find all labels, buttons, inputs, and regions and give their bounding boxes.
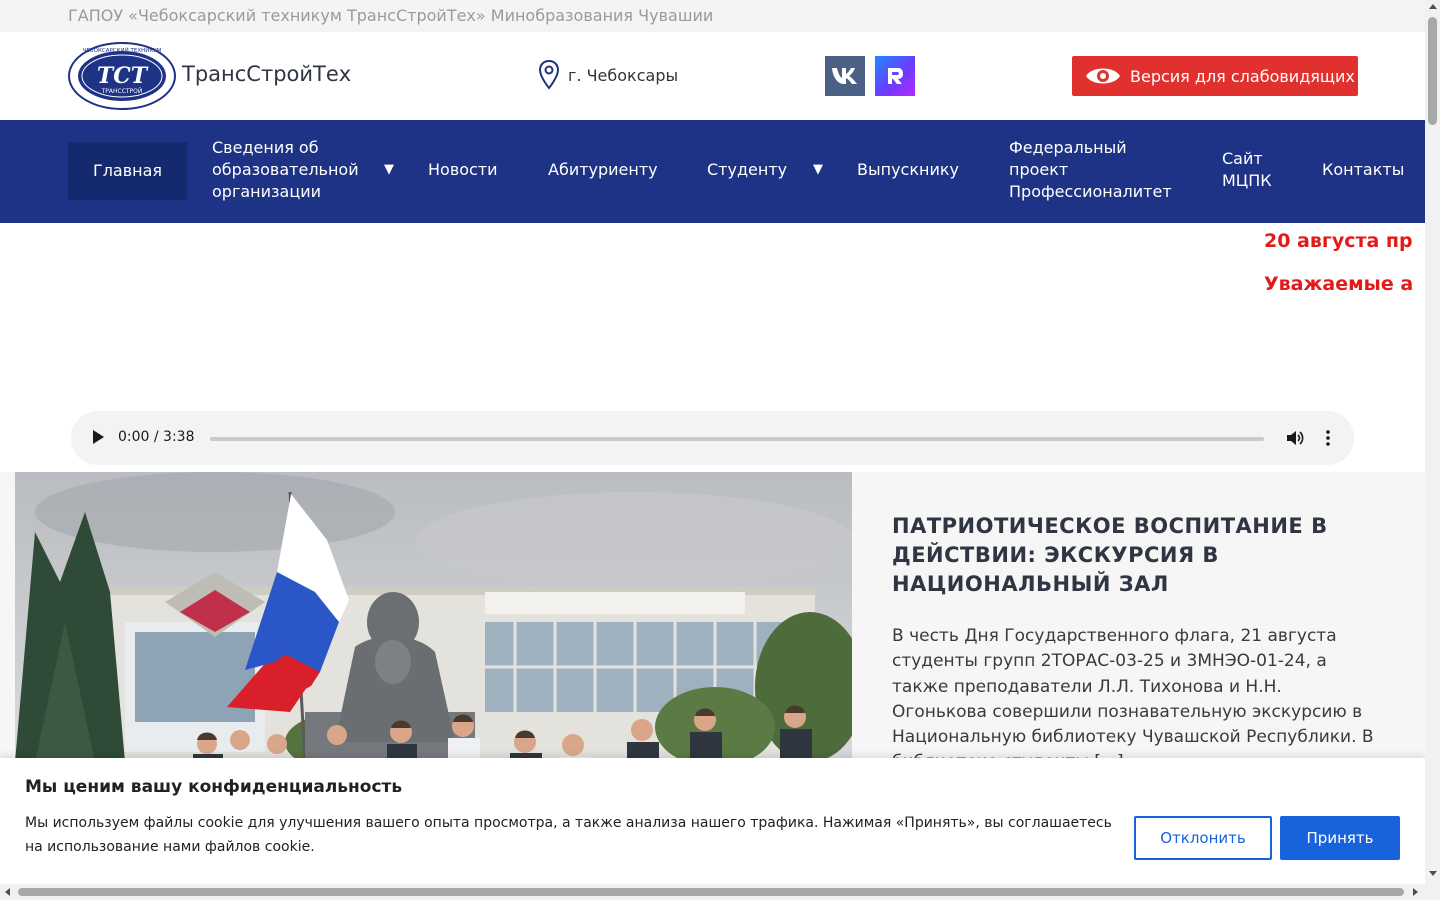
cookie-title: Мы ценим вашу конфиденциальность bbox=[25, 777, 403, 797]
nav-item-label: Главная bbox=[92, 161, 163, 180]
scroll-right-icon[interactable] bbox=[1413, 888, 1418, 896]
nav-item-news[interactable]: Новости bbox=[428, 159, 498, 181]
nav-item-label: Выпускнику bbox=[857, 160, 959, 179]
site-logo[interactable]: ТСТ ТРАНССТРОЙ ЧЕБОКСАРСКИЙ ТЕХНИКУМ bbox=[68, 42, 176, 110]
audio-time: 0:00 / 3:38 bbox=[118, 429, 195, 445]
low-vision-label: Версия для слабовидящих bbox=[1130, 66, 1355, 86]
news-ticker-line[interactable]: 20 августа пр bbox=[1264, 230, 1425, 252]
low-vision-button[interactable]: Версия для слабовидящих bbox=[1072, 56, 1358, 96]
scroll-left-icon[interactable] bbox=[5, 888, 10, 896]
nav-item-label: Сайт МЦПК bbox=[1222, 149, 1272, 190]
nav-item-professionalitet[interactable]: Федеральный проект Профессионалитет bbox=[1009, 137, 1184, 203]
accept-button[interactable]: Принять bbox=[1280, 816, 1400, 860]
nav-item-label: Федеральный проект Профессионалитет bbox=[1009, 138, 1172, 201]
cookie-banner: Мы ценим вашу конфиденциальность Мы испо… bbox=[0, 758, 1425, 884]
nav-item-label: Новости bbox=[428, 160, 498, 179]
featured-news-photo[interactable] bbox=[15, 472, 852, 762]
logo-emblem: ТСТ ТРАНССТРОЙ ЧЕБОКСАРСКИЙ ТЕХНИКУМ bbox=[68, 42, 176, 110]
site-header: ТСТ ТРАНССТРОЙ ЧЕБОКСАРСКИЙ ТЕХНИКУМ Тра… bbox=[0, 32, 1425, 120]
audio-player: 0:00 / 3:38 bbox=[71, 411, 1354, 465]
news-ticker-line[interactable]: Уважаемые а bbox=[1264, 273, 1425, 295]
news-photo-image bbox=[15, 472, 852, 762]
logo-ring-text: ЧЕБОКСАРСКИЙ ТЕХНИКУМ bbox=[83, 47, 162, 54]
chevron-down-icon[interactable]: ▼ bbox=[813, 162, 823, 177]
nav-item-label: Студенту bbox=[707, 160, 788, 179]
vk-link[interactable] bbox=[825, 56, 865, 96]
nav-item-label: Абитуриенту bbox=[548, 160, 658, 179]
scrollbar-thumb[interactable] bbox=[1428, 17, 1437, 125]
location-text: г. Чебоксары bbox=[568, 65, 679, 85]
scroll-down-icon[interactable] bbox=[1429, 871, 1437, 876]
nav-item-label: Сведения об образовательной организации bbox=[212, 138, 359, 201]
nav-item-mcpk[interactable]: Сайт МЦПК bbox=[1222, 148, 1278, 192]
location-pin-icon bbox=[538, 60, 560, 90]
location: г. Чебоксары bbox=[538, 60, 678, 90]
horizontal-scrollbar[interactable] bbox=[0, 884, 1425, 900]
logo-subtext: ТРАНССТРОЙ bbox=[101, 88, 143, 95]
nav-item-students[interactable]: Студенту bbox=[707, 159, 787, 181]
cookie-text: Мы используем файлы cookie для улучшения… bbox=[25, 815, 1112, 855]
eye-icon bbox=[1086, 68, 1120, 84]
audio-progress-track[interactable] bbox=[210, 437, 1264, 441]
play-icon[interactable] bbox=[93, 430, 104, 444]
nav-item-home[interactable]: Главная bbox=[68, 142, 187, 200]
nav-item-label: Контакты bbox=[1322, 160, 1405, 179]
news-title[interactable]: ПАТРИОТИЧЕСКОЕ ВОСПИТАНИЕ В ДЕЙСТВИИ: ЭК… bbox=[892, 512, 1392, 599]
scrollbar-thumb[interactable] bbox=[18, 888, 1404, 896]
volume-icon[interactable] bbox=[1286, 429, 1304, 447]
main-nav: Главная Сведения об образовательной орга… bbox=[0, 120, 1425, 223]
rutube-link[interactable] bbox=[875, 56, 915, 96]
vk-icon bbox=[832, 68, 857, 84]
page: ГАПОУ «Чебоксарский техникум ТрансСтройТ… bbox=[0, 0, 1440, 900]
news-excerpt: В честь Дня Государственного флага, 21 а… bbox=[892, 626, 1374, 772]
nav-item-applicants[interactable]: Абитуриенту bbox=[548, 159, 658, 181]
more-options-icon[interactable] bbox=[1321, 428, 1335, 448]
org-name: ГАПОУ «Чебоксарский техникум ТрансСтройТ… bbox=[68, 6, 714, 25]
rutube-icon bbox=[888, 68, 903, 84]
top-bar: ГАПОУ «Чебоксарский техникум ТрансСтройТ… bbox=[0, 0, 1425, 32]
scroll-up-icon[interactable] bbox=[1429, 4, 1437, 9]
nav-item-graduates[interactable]: Выпускнику bbox=[857, 159, 959, 181]
nav-item-about[interactable]: Сведения об образовательной организации bbox=[212, 137, 372, 203]
vertical-scrollbar[interactable] bbox=[1425, 0, 1440, 900]
decline-button[interactable]: Отклонить bbox=[1134, 816, 1272, 860]
brand-name[interactable]: ТрансСтройТех bbox=[182, 62, 351, 86]
nav-item-contacts[interactable]: Контакты bbox=[1322, 159, 1404, 181]
chevron-down-icon[interactable]: ▼ bbox=[384, 162, 394, 177]
logo-monogram: ТСТ bbox=[97, 63, 149, 89]
